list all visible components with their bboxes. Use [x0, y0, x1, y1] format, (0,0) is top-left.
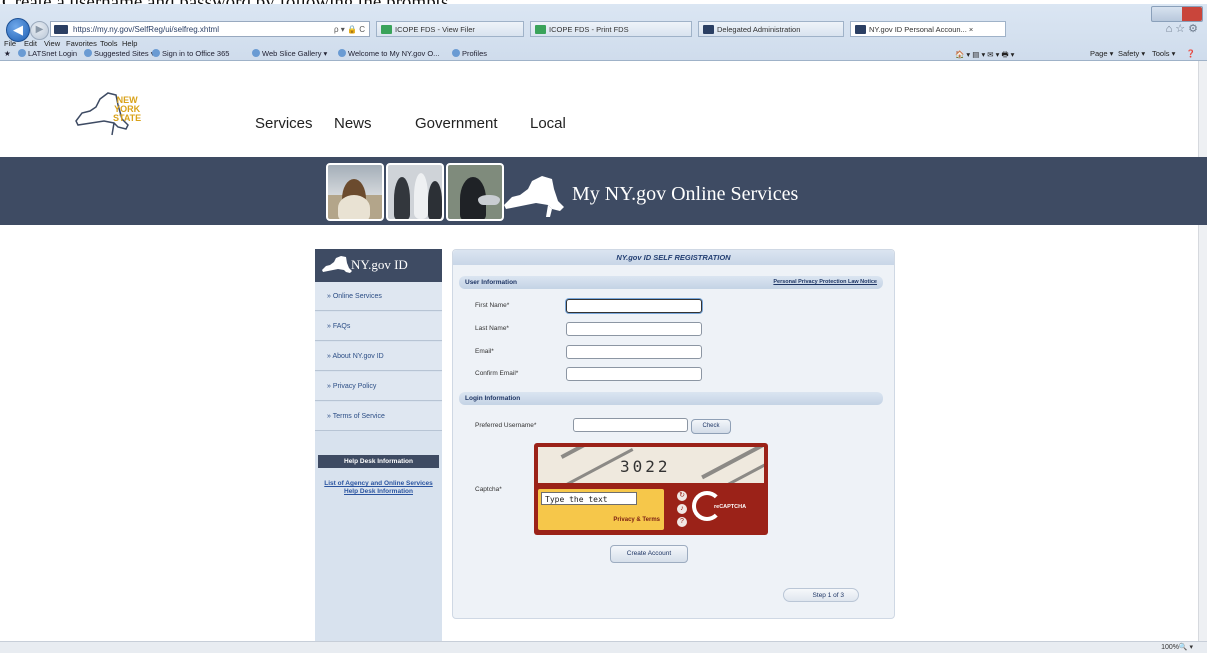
menu-file[interactable]: File — [4, 39, 16, 48]
ny-favicon-icon — [855, 25, 866, 34]
login-information-header: Login Information — [459, 392, 883, 405]
menu-help[interactable]: Help — [122, 39, 137, 48]
title-bar — [0, 4, 1207, 22]
nav-news[interactable]: News — [334, 115, 372, 132]
help-desk-link[interactable]: List of Agency and Online Services Help … — [318, 480, 439, 496]
tab-delegated-administration[interactable]: Delegated Administration — [698, 21, 844, 37]
sidebar-item-about[interactable]: » About NY.gov ID — [315, 342, 442, 371]
status-bar: 🔍 100% ▾ — [0, 641, 1207, 653]
captcha-image: 3022 — [538, 447, 764, 483]
last-name-label: Last Name* — [475, 325, 509, 332]
ie-icon — [252, 49, 260, 57]
ie-icon — [452, 49, 460, 57]
captcha-input[interactable]: Type the text — [541, 492, 637, 505]
ie-page-icon — [381, 25, 392, 34]
url-text: https://my.ny.gov/SelfReg/ui/selfreg.xht… — [73, 25, 219, 34]
nys-logo-text[interactable]: NEW YORK STATE — [113, 96, 141, 123]
check-username-button[interactable]: Check — [691, 419, 731, 434]
sidebar-item-faqs[interactable]: » FAQs — [315, 312, 442, 341]
fav-profiles[interactable]: Profiles — [452, 49, 487, 58]
ie-icon — [84, 49, 92, 57]
command-page[interactable]: Page ▾ — [1090, 49, 1113, 58]
page-scrollbar[interactable] — [1198, 61, 1207, 641]
username-field[interactable] — [573, 418, 688, 432]
help-desk-heading: Help Desk Information — [318, 455, 439, 468]
command-safety[interactable]: Safety ▾ — [1118, 49, 1145, 58]
captcha-response-box: Type the text Privacy & Terms — [538, 489, 664, 530]
last-name-field[interactable] — [566, 322, 702, 336]
fav-web-slice-gallery[interactable]: Web Slice Gallery ▾ — [252, 49, 327, 58]
email-label: Email* — [475, 348, 494, 355]
favorites-star-icon[interactable]: ★ — [4, 49, 11, 58]
sidebar-item-online-services[interactable]: » Online Services — [315, 282, 442, 311]
captcha-word: 3022 — [620, 457, 671, 476]
first-name-label: First Name* — [475, 302, 510, 309]
nav-local[interactable]: Local — [530, 115, 566, 132]
menu-edit[interactable]: Edit — [24, 39, 37, 48]
captcha-refresh-icon[interactable]: ↻ — [677, 491, 687, 501]
fav-latsnet-login[interactable]: LATSnet Login — [18, 49, 77, 58]
office-icon — [152, 49, 160, 57]
fav-suggested-sites[interactable]: Suggested Sites ▾ — [84, 49, 154, 58]
fav-office-365[interactable]: Sign in to Office 365 — [152, 49, 229, 58]
username-label: Preferred Username* — [475, 422, 537, 429]
tab-nygov-id-personal-account[interactable]: NY.gov ID Personal Accoun... × — [850, 21, 1006, 37]
nav-government[interactable]: Government — [415, 115, 498, 132]
forward-button[interactable]: ▶ — [30, 21, 49, 40]
ie-icon — [18, 49, 26, 57]
address-row: ◀ ▶ https://my.ny.gov/SelfReg/ui/selfreg… — [0, 16, 1207, 42]
address-bar[interactable]: https://my.ny.gov/SelfReg/ui/selfreg.xht… — [50, 21, 370, 37]
zoom-level[interactable]: 🔍 100% ▾ — [1161, 642, 1193, 653]
create-account-button[interactable]: Create Account — [610, 545, 688, 563]
ny-state-map-icon — [504, 176, 564, 217]
ny-icon — [338, 49, 346, 57]
favorites-bar: ★ LATSnet Login Suggested Sites ▾ Sign i… — [0, 48, 1207, 61]
address-controls[interactable]: ρ ▾ 🔒 C — [334, 22, 365, 36]
home-favorites-settings-icons[interactable]: ⌂☆⚙ — [1166, 22, 1201, 35]
banner-photo-office — [386, 163, 444, 221]
ny-state-map-icon — [322, 256, 352, 273]
sidebar-heading: NY.gov ID — [315, 249, 442, 282]
privacy-notice-link[interactable]: Personal Privacy Protection Law Notice — [773, 276, 877, 289]
captcha-audio-icon[interactable]: ♪ — [677, 504, 687, 514]
sidebar-item-privacy-policy[interactable]: » Privacy Policy — [315, 372, 442, 401]
command-tools[interactable]: Tools ▾ — [1152, 49, 1175, 58]
help-icon[interactable]: ❓ — [1186, 49, 1195, 58]
banner-title: My NY.gov Online Services — [572, 183, 799, 205]
step-indicator: Step 1 of 3 — [783, 588, 859, 602]
menu-tools[interactable]: Tools — [100, 39, 118, 48]
ie-page-icon — [535, 25, 546, 34]
email-field[interactable] — [566, 345, 702, 359]
captcha-privacy-terms[interactable]: Privacy & Terms — [613, 517, 660, 523]
confirm-email-label: Confirm Email* — [475, 370, 519, 377]
captcha-widget: 3022 Type the text Privacy & Terms ↻ ♪ ?… — [534, 443, 768, 535]
banner-photo-worker — [446, 163, 504, 221]
tab-icope-print-fds[interactable]: ICOPE FDS - Print FDS — [530, 21, 692, 37]
services-banner: My NY.gov Online Services — [0, 157, 1207, 225]
registration-panel: NY.gov ID SELF REGISTRATION User Informa… — [452, 249, 895, 619]
banner-photo-woman — [326, 163, 384, 221]
user-information-header: User Information Personal Privacy Protec… — [459, 276, 883, 289]
recaptcha-brand: reCAPTCHA — [714, 504, 747, 510]
panel-title: NY.gov ID SELF REGISTRATION — [453, 250, 894, 265]
site-header: NEW YORK STATE Services News Government … — [0, 61, 1207, 157]
fav-welcome-my-nygov[interactable]: Welcome to My NY.gov O... — [338, 49, 439, 58]
captcha-label: Captcha* — [475, 486, 502, 493]
captcha-help-icon[interactable]: ? — [677, 517, 687, 527]
confirm-email-field[interactable] — [566, 367, 702, 381]
left-sidebar: NY.gov ID » Online Services » FAQs » Abo… — [315, 249, 442, 641]
site-favicon-icon — [54, 25, 68, 34]
sidebar-item-terms[interactable]: » Terms of Service — [315, 402, 442, 431]
menu-favorites[interactable]: Favorites — [66, 39, 97, 48]
nav-services[interactable]: Services — [255, 115, 313, 132]
menu-view[interactable]: View — [44, 39, 60, 48]
first-name-field[interactable] — [566, 299, 702, 313]
browser-chrome: ◀ ▶ https://my.ny.gov/SelfReg/ui/selfreg… — [0, 4, 1207, 61]
tab-icope-view-filer[interactable]: ICOPE FDS - View Filer — [376, 21, 524, 37]
ny-favicon-icon — [703, 25, 714, 34]
